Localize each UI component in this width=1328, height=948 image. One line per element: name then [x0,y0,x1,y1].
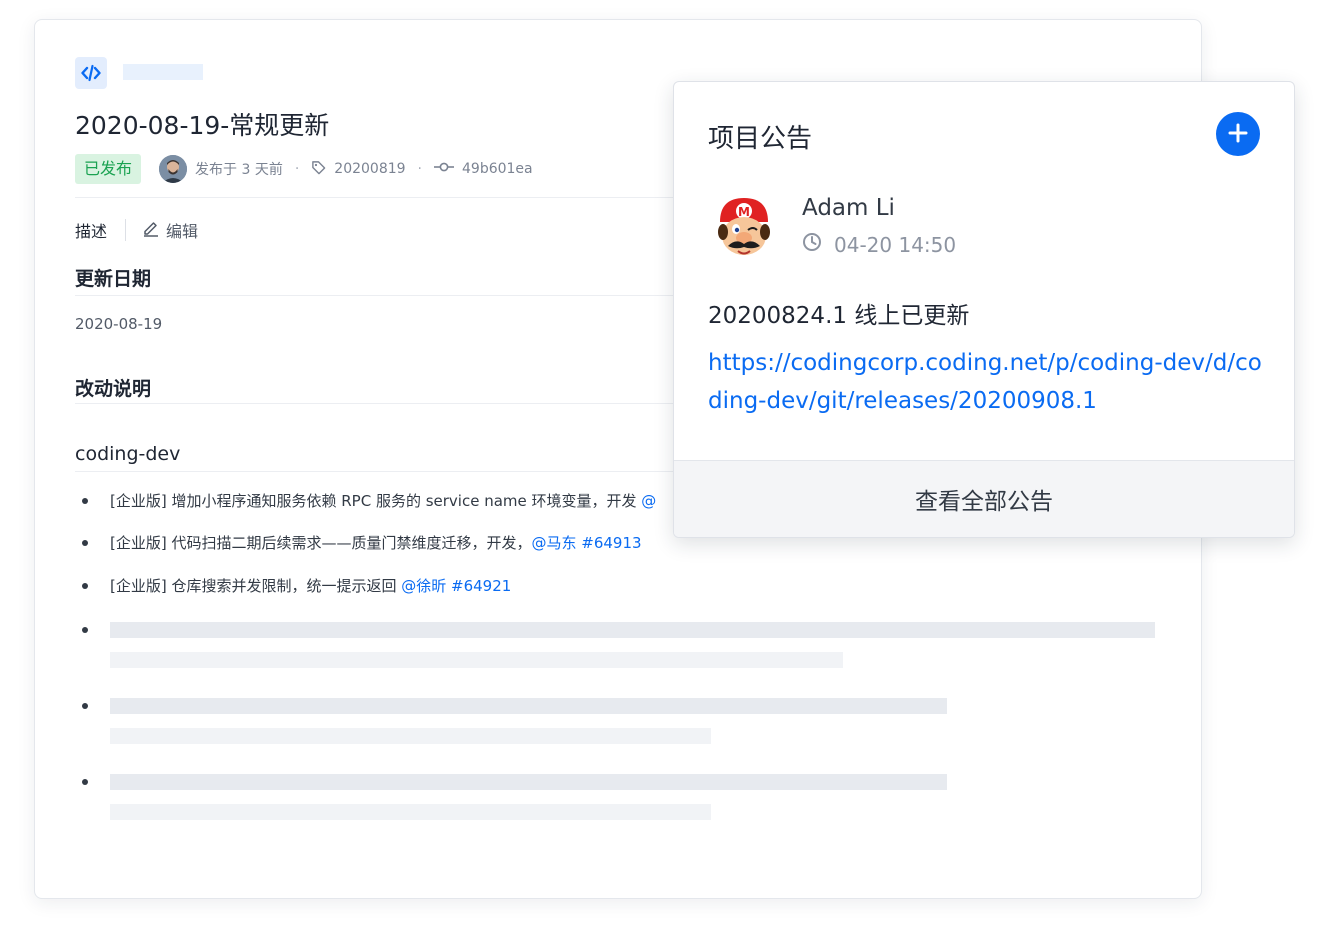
update-date-heading: 更新日期 [75,268,152,290]
list-item: [企业版] 代码扫描二期后续需求——质量门禁维度迁移，开发，@马东 #64913 [110,532,642,553]
clock-icon [802,232,822,257]
add-announcement-button[interactable] [1216,112,1260,156]
edit-button[interactable]: 编辑 [142,218,198,242]
loading-placeholder [110,774,947,790]
mention-link[interactable]: @徐昕 #64921 [401,577,511,595]
svg-text:M: M [738,205,750,219]
content-tabs: 描述 编辑 [75,218,198,242]
meta-separator: · [417,161,422,177]
meta-separator: · [294,161,300,177]
publisher-avatar[interactable] [159,155,188,183]
announcement-time: 04-20 14:50 [834,232,957,257]
loading-placeholder [110,622,1155,638]
list-bullet [82,583,88,589]
popup-title: 项目公告 [708,124,813,154]
list-item-text: [企业版] 增加小程序通知服务依赖 RPC 服务的 service name 环… [110,492,642,510]
announcement-text: 20200824.1 线上已更新 [708,303,970,329]
tag-icon [311,160,326,179]
code-icon [75,57,107,89]
repo-heading: coding-dev [75,443,181,465]
list-bullet [82,498,88,504]
breadcrumb-placeholder [123,64,203,80]
loading-placeholder [110,698,947,714]
list-bullet [82,627,88,633]
commit-hash[interactable]: 49b601ea [462,161,533,177]
loading-placeholder [110,804,711,820]
commit-icon [434,161,454,177]
update-date-value: 2020-08-19 [75,315,163,333]
list-bullet [82,540,88,546]
status-badge: 已发布 [75,154,142,184]
pencil-icon [142,219,160,241]
changes-heading: 改动说明 [75,378,152,400]
release-tag[interactable]: 20200819 [334,161,405,177]
published-time: 发布于 3 天前 [195,162,283,178]
view-all-announcements-button[interactable]: 查看全部公告 [674,460,1294,537]
announcement-link[interactable]: https://codingcorp.coding.net/p/coding-d… [708,344,1268,420]
list-item-text: [企业版] 仓库搜索并发限制，统一提示返回 [110,577,402,595]
author-name: Adam Li [802,195,895,221]
loading-placeholder [110,728,711,744]
mention-link[interactable]: @马东 #64913 [531,534,641,552]
author-avatar[interactable]: M [714,194,774,260]
release-meta: 已发布 发布于 3 天前 · 20200819 · 49b601ea [75,154,533,184]
announcement-time-row: 04-20 14:50 [802,232,956,257]
tab-description[interactable]: 描述 [75,218,107,242]
list-item: [企业版] 仓库搜索并发限制，统一提示返回 @徐昕 #64921 [110,575,511,596]
list-item-text: [企业版] 代码扫描二期后续需求——质量门禁维度迁移，开发， [110,534,532,552]
loading-placeholder [110,652,843,668]
edit-label: 编辑 [166,222,199,241]
list-bullet [82,703,88,709]
list-item: [企业版] 增加小程序通知服务依赖 RPC 服务的 service name 环… [110,490,656,511]
list-bullet [82,779,88,785]
tab-divider [125,219,127,241]
announcement-popup: 项目公告 M Adam Li 04-20 14:50 20200824.1 线上… [673,81,1295,538]
mention-link[interactable]: @ [641,492,656,510]
release-title: 2020-08-19-常规更新 [75,111,330,140]
plus-icon [1227,122,1249,147]
